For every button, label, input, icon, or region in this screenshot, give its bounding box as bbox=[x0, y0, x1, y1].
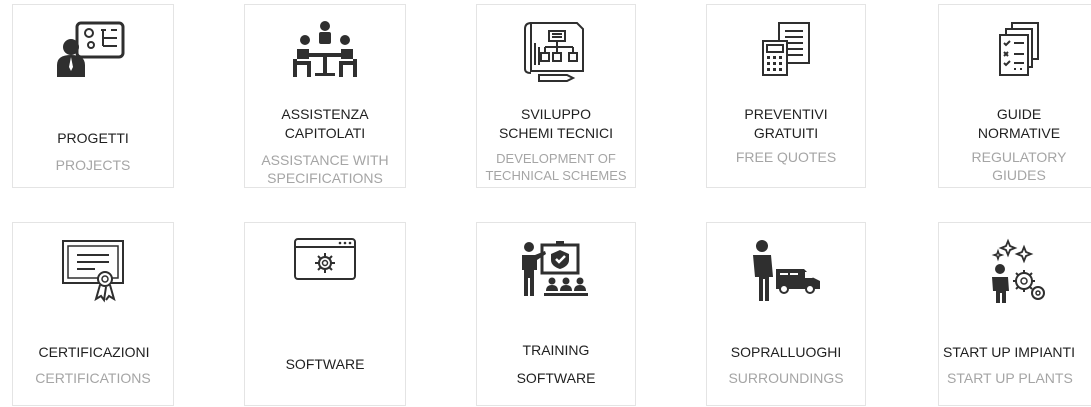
card-subtitle: CERTIFICATIONS bbox=[35, 370, 151, 386]
service-card-sopralluoghi[interactable]: SOPRALLUOGHI SURROUNDINGS bbox=[706, 222, 866, 406]
service-card-preventivi-gratuiti[interactable]: PREVENTIVI GRATUITI FREE QUOTES bbox=[706, 4, 866, 188]
checklist-icon bbox=[990, 19, 1048, 81]
card-title: PREVENTIVI GRATUITI bbox=[744, 106, 828, 141]
training-icon bbox=[518, 237, 594, 301]
service-card-progetti[interactable]: PROGETTI PROJECTS bbox=[12, 4, 174, 188]
card-title: GUIDE NORMATIVE bbox=[977, 106, 1061, 141]
blueprint-icon bbox=[521, 19, 591, 83]
card-subtitle: START UP PLANTS bbox=[947, 370, 1073, 386]
card-subtitle: ASSISTANCE WITH SPECIFICATIONS bbox=[261, 152, 389, 186]
card-title: PROGETTI bbox=[57, 130, 129, 146]
card-title: TRAINING bbox=[522, 342, 590, 358]
technician-van-icon bbox=[748, 237, 824, 303]
card-subtitle: REGULATORY GIUDES bbox=[971, 149, 1067, 183]
service-card-training[interactable]: TRAINING SOFTWARE bbox=[476, 222, 636, 406]
card-title: SVILUPPO SCHEMI TECNICI bbox=[498, 106, 614, 141]
card-title: CERTIFICAZIONI bbox=[38, 344, 150, 360]
service-card-sviluppo-schemi-tecnici[interactable]: SVILUPPO SCHEMI TECNICI DEVELOPMENT OF T… bbox=[476, 4, 636, 188]
service-card-guide-normative[interactable]: GUIDE NORMATIVE REGULATORY GIUDES bbox=[938, 4, 1091, 188]
card-subtitle: DEVELOPMENT OF TECHNICAL SCHEMES bbox=[485, 151, 627, 183]
project-manager-icon bbox=[55, 19, 131, 79]
certificate-icon bbox=[57, 237, 129, 303]
card-subtitle: FREE QUOTES bbox=[735, 149, 837, 165]
card-title: START UP IMPIANTI bbox=[943, 344, 1075, 360]
card-subtitle: PROJECTS bbox=[55, 157, 131, 173]
card-subtitle: SOFTWARE bbox=[516, 370, 596, 386]
service-card-assistenza-capitolati[interactable]: ASSISTENZA CAPITOLATI ASSISTANCE WITH SP… bbox=[244, 4, 406, 188]
service-card-certificazioni[interactable]: CERTIFICAZIONI CERTIFICATIONS bbox=[12, 222, 174, 406]
calculator-document-icon bbox=[755, 19, 817, 81]
service-card-start-up-impianti[interactable]: START UP IMPIANTI START UP PLANTS bbox=[938, 222, 1091, 406]
service-card-software[interactable]: SOFTWARE bbox=[244, 222, 406, 406]
software-window-icon bbox=[293, 237, 357, 281]
card-title: ASSISTENZA CAPITOLATI bbox=[281, 106, 369, 141]
card-subtitle: SURROUNDINGS bbox=[728, 370, 844, 386]
meeting-icon bbox=[289, 19, 361, 81]
card-title: SOFTWARE bbox=[285, 356, 365, 372]
startup-gears-icon bbox=[988, 237, 1050, 303]
card-title: SOPRALLUOGHI bbox=[730, 344, 842, 360]
